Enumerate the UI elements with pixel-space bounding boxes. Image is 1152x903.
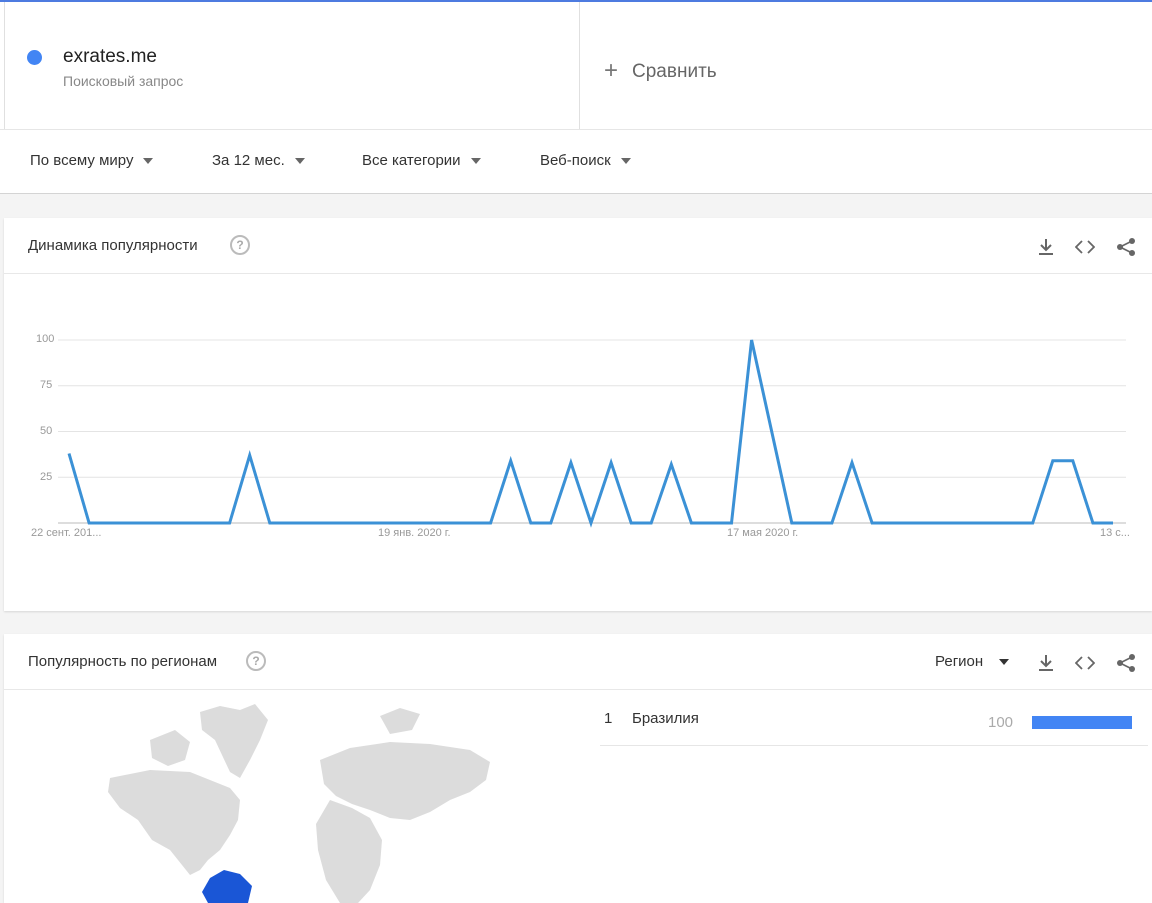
search-term-bar: exrates.me Поисковый запрос + Сравнить [0,0,1152,129]
card-title: Динамика популярности [28,237,198,254]
download-icon[interactable] [1037,654,1055,672]
category-filter[interactable]: Все категории [362,152,481,169]
caret-down-icon [294,157,305,164]
y-tick-75: 75 [40,379,53,391]
y-tick-25: 25 [40,471,53,483]
period-filter[interactable]: За 12 мес. [212,152,305,169]
world-map[interactable] [90,700,510,903]
caret-down-icon [620,157,631,164]
region-resolution-select[interactable]: Регион [935,653,1010,670]
x-tick-label: 13 с... [1100,527,1130,539]
embed-code-icon[interactable] [1075,239,1095,255]
x-tick-label: 19 янв. 2020 г. [378,527,451,539]
compare-button[interactable]: + Сравнить [604,56,717,84]
caret-down-icon [143,157,154,164]
region-select-label: Регион [935,653,984,670]
share-icon[interactable] [1116,653,1136,673]
trend-chart [58,339,1126,528]
x-tick-label: 17 мая 2020 г. [727,527,799,539]
category-filter-label: Все категории [362,152,461,169]
help-icon[interactable]: ? [246,651,266,671]
region-filter[interactable]: По всему миру [30,152,154,169]
period-filter-label: За 12 мес. [212,152,285,169]
region-filter-label: По всему миру [30,152,134,169]
y-tick-100: 100 [36,333,55,345]
region-bar-track [1032,716,1132,729]
region-bar [1032,716,1132,729]
compare-label: Сравнить [632,61,717,82]
card-header: Динамика популярности ? [4,218,1152,274]
term-name[interactable]: exrates.me [63,46,157,68]
caret-down-icon [999,658,1010,665]
search-term-card[interactable]: exrates.me Поисковый запрос [4,2,580,129]
caret-down-icon [470,157,481,164]
search-type-filter[interactable]: Веб-поиск [540,152,631,169]
help-icon[interactable]: ? [230,235,250,255]
brazil-region[interactable] [202,870,252,903]
download-icon[interactable] [1037,238,1055,256]
term-color-dot [27,50,42,65]
y-tick-50: 50 [40,425,53,437]
card-header: Популярность по регионам ? Регион [4,634,1152,690]
x-tick-label: 22 сент. 201... [31,527,102,539]
plus-icon: + [604,57,619,84]
filter-bar: По всему миру За 12 мес. Все категории В… [0,129,1152,194]
card-title: Популярность по регионам [28,653,218,670]
region-rank: 1 [604,710,613,727]
search-type-filter-label: Веб-поиск [540,152,611,169]
share-icon[interactable] [1116,237,1136,257]
region-value: 100 [988,714,1014,731]
term-type: Поисковый запрос [63,73,184,89]
region-name: Бразилия [632,710,699,727]
region-row[interactable]: 1 Бразилия 100 [600,690,1148,746]
embed-code-icon[interactable] [1075,655,1095,671]
